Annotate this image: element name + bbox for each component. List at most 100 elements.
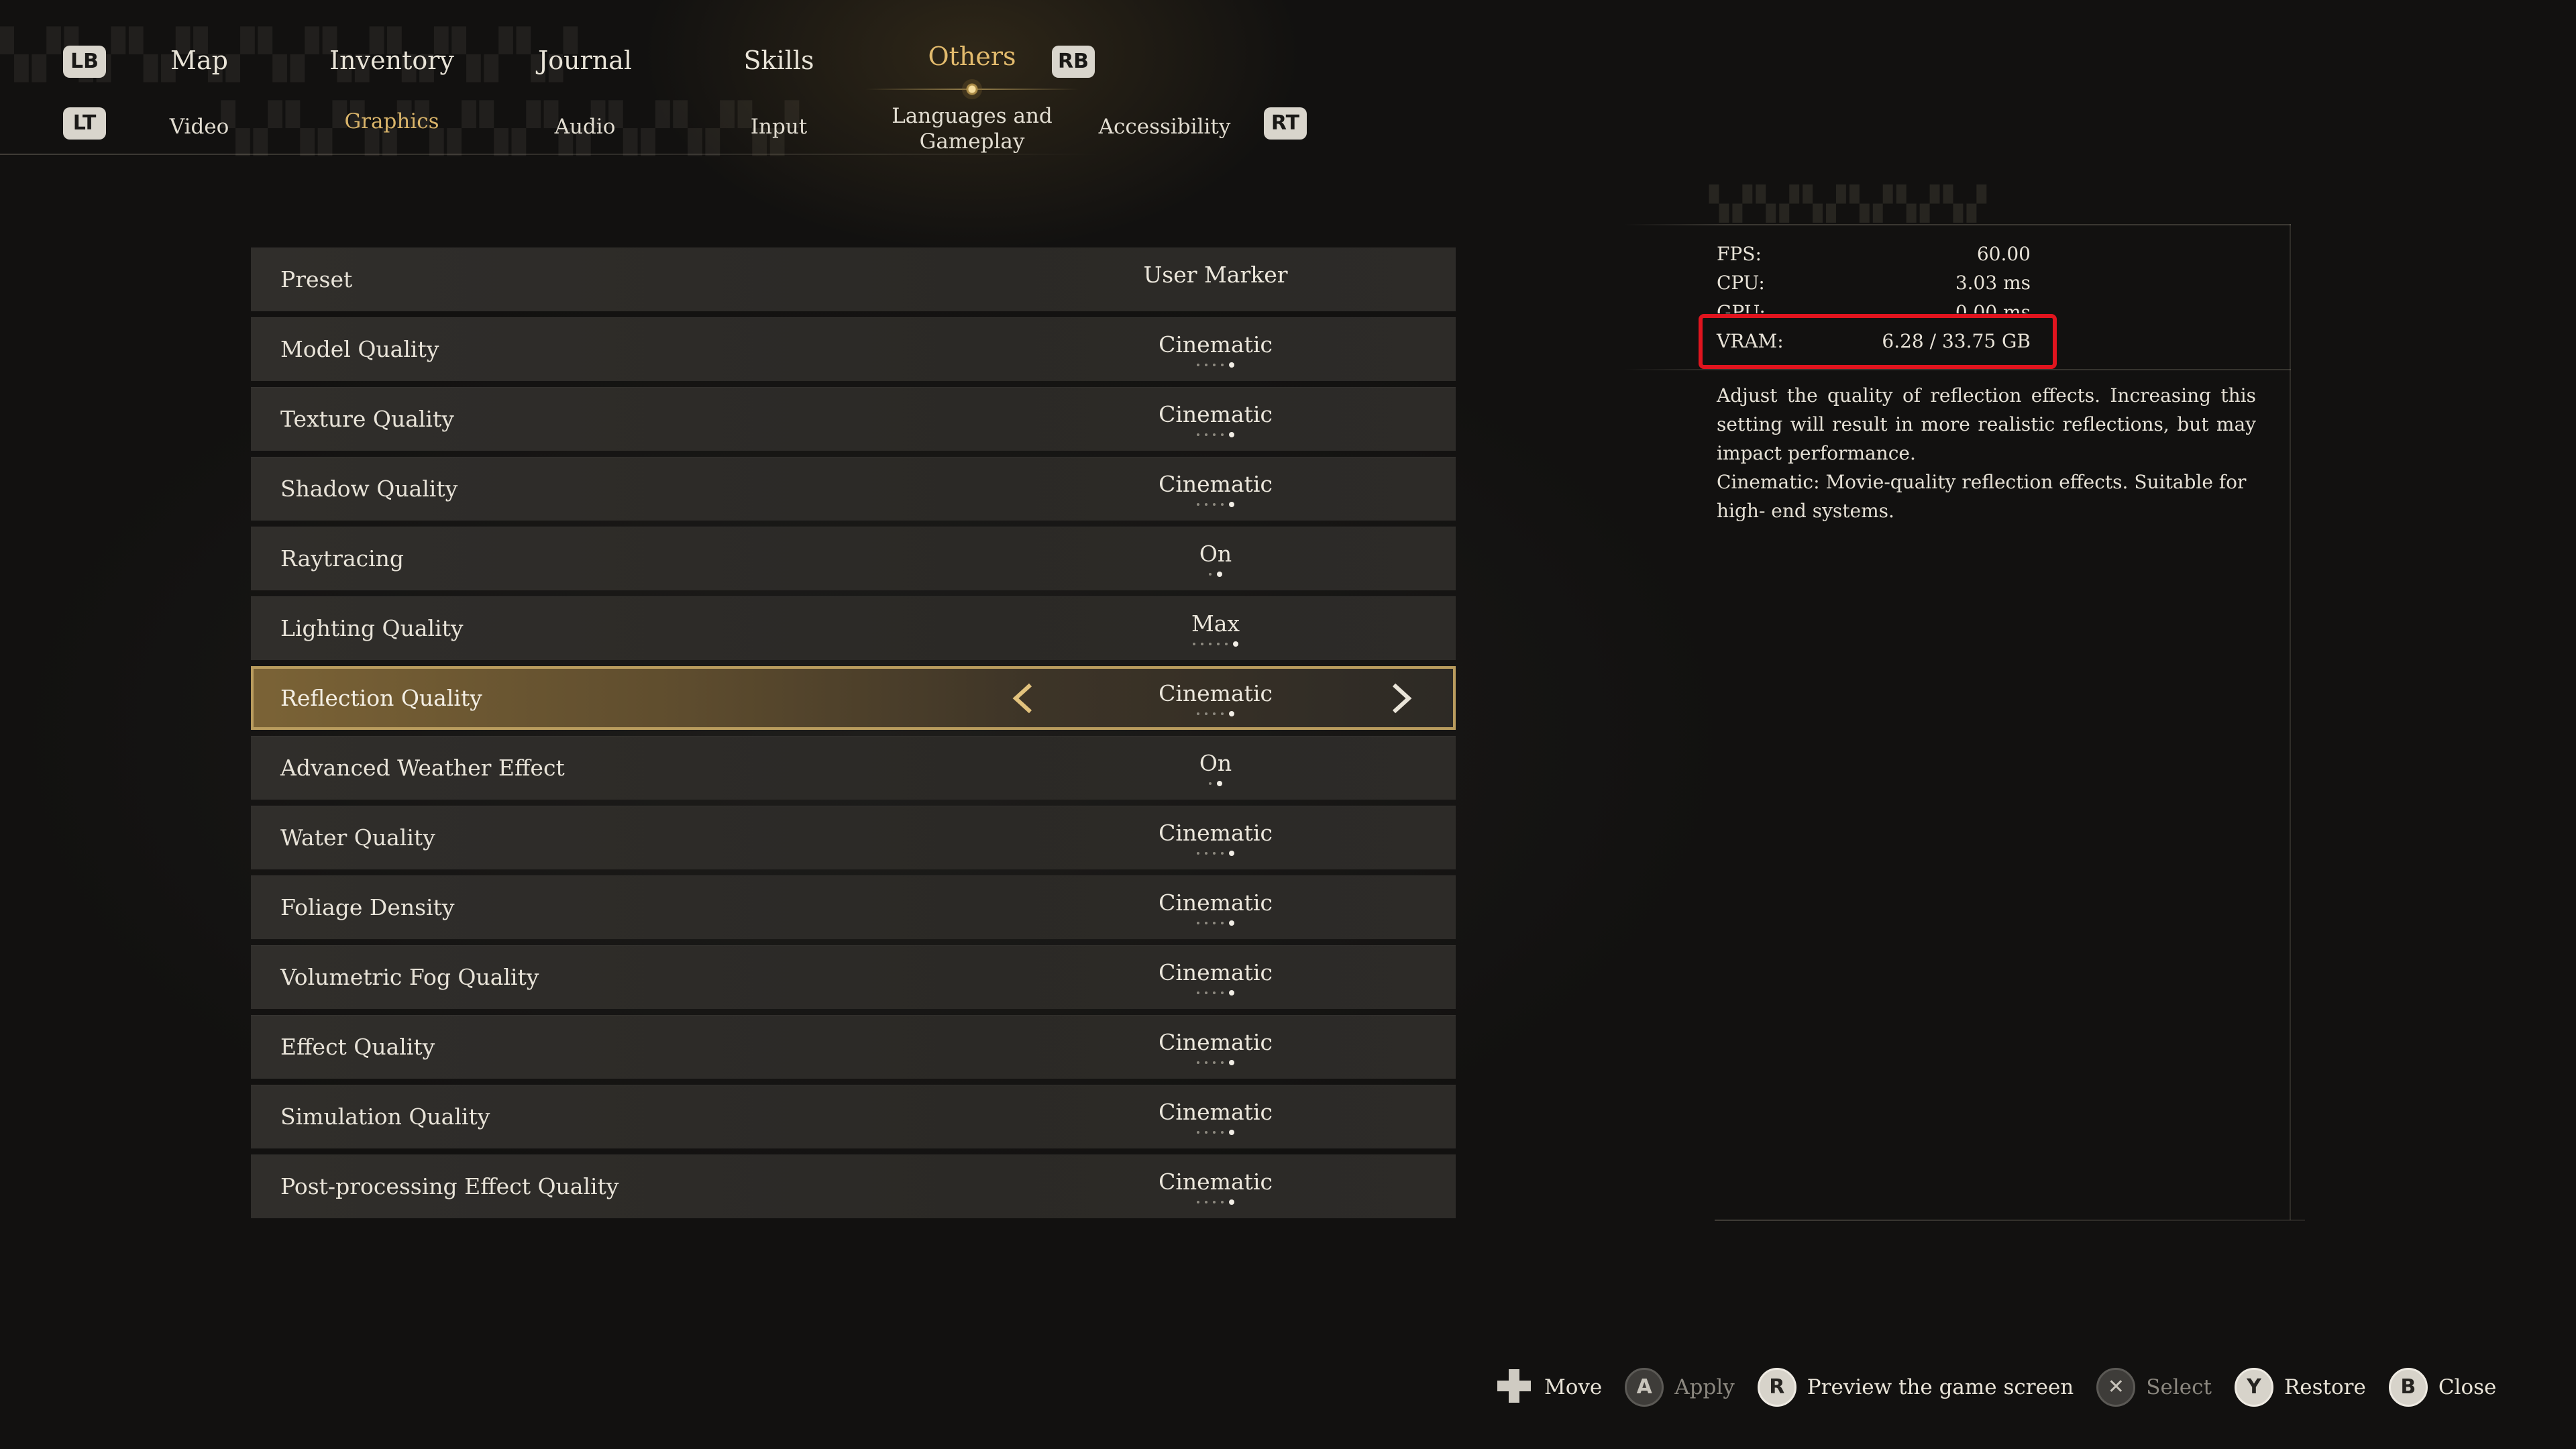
subtab-audio[interactable]: Audio xyxy=(555,114,616,140)
setting-value: Cinematic xyxy=(1159,1099,1273,1125)
setting-label: Advanced Weather Effect xyxy=(280,755,565,781)
level-dot xyxy=(1221,364,1224,366)
setting-label: Raytracing xyxy=(280,545,405,572)
level-indicator xyxy=(1209,781,1222,786)
setting-row-effect-quality[interactable]: Effect Quality Cinematic xyxy=(251,1015,1456,1079)
setting-description: Adjust the quality of reflection effects… xyxy=(1717,381,2256,525)
level-dot xyxy=(1213,852,1216,855)
subtab-accessibility[interactable]: Accessibility xyxy=(1099,114,1231,140)
decorative-pattern: ▚▞▚▞▚▞▚▞▚▞▚▞ xyxy=(1709,185,1990,223)
level-dot xyxy=(1197,1061,1199,1064)
setting-row-foliage-density[interactable]: Foliage Density Cinematic xyxy=(251,875,1456,939)
level-dot xyxy=(1197,712,1199,715)
setting-value: Cinematic xyxy=(1159,680,1273,706)
hint-label: Close xyxy=(2438,1375,2497,1399)
subtab-input[interactable]: Input xyxy=(751,114,807,140)
tab-others[interactable]: Others xyxy=(928,42,1016,71)
panel-border xyxy=(2290,224,2291,1220)
level-indicator xyxy=(1197,362,1234,368)
level-dot xyxy=(1209,573,1212,576)
level-dot xyxy=(1201,643,1203,645)
level-dot xyxy=(1229,990,1234,996)
level-dot xyxy=(1205,852,1208,855)
tab-skills[interactable]: Skills xyxy=(743,46,814,75)
setting-label: Model Quality xyxy=(280,336,439,362)
level-dot xyxy=(1197,852,1199,855)
level-indicator xyxy=(1197,502,1234,507)
level-dot xyxy=(1229,502,1234,507)
level-dot xyxy=(1205,503,1208,506)
level-dot xyxy=(1221,433,1224,436)
level-dot xyxy=(1221,1131,1224,1134)
level-indicator xyxy=(1197,432,1234,437)
level-dot xyxy=(1221,1201,1224,1203)
hint-preview-the-game-screen[interactable]: R Preview the game screen xyxy=(1757,1368,2074,1407)
fps-value: 60.00 xyxy=(1976,243,2031,265)
rt-button-icon[interactable]: RT xyxy=(1264,107,1307,140)
setting-row-reflection-quality[interactable]: Reflection Quality Cinematic xyxy=(251,666,1456,730)
hint-restore[interactable]: Y Restore xyxy=(2234,1368,2366,1407)
level-dot xyxy=(1213,1061,1216,1064)
level-dot xyxy=(1229,362,1234,368)
hint-move[interactable]: Move xyxy=(1495,1366,1602,1408)
setting-value: On xyxy=(1199,541,1232,567)
setting-value: Cinematic xyxy=(1159,331,1273,358)
setting-label: Foliage Density xyxy=(280,894,455,920)
level-dot xyxy=(1209,643,1212,645)
subtab-video[interactable]: Video xyxy=(170,114,229,140)
level-dot xyxy=(1197,991,1199,994)
level-dot xyxy=(1229,1060,1234,1065)
lt-button-icon[interactable]: LT xyxy=(63,107,106,140)
top-tabs: LB Map Inventory Journal Skills Others R… xyxy=(0,0,1342,101)
level-dot xyxy=(1205,1201,1208,1203)
level-dot xyxy=(1229,920,1234,926)
level-indicator xyxy=(1209,572,1222,577)
level-dot xyxy=(1197,922,1199,924)
setting-label: Simulation Quality xyxy=(280,1104,490,1130)
rb-button-icon[interactable]: RB xyxy=(1052,46,1095,78)
level-dot xyxy=(1213,712,1216,715)
setting-row-model-quality[interactable]: Model Quality Cinematic xyxy=(251,317,1456,381)
level-dot xyxy=(1197,433,1199,436)
level-dot xyxy=(1221,852,1224,855)
level-dot xyxy=(1213,1131,1216,1134)
setting-row-texture-quality[interactable]: Texture Quality Cinematic xyxy=(251,387,1456,451)
hint-label: Restore xyxy=(2284,1375,2366,1399)
subtab-languages-and-gameplay[interactable]: Languages and Gameplay xyxy=(892,103,1053,154)
setting-row-shadow-quality[interactable]: Shadow Quality Cinematic xyxy=(251,457,1456,521)
setting-row-water-quality[interactable]: Water Quality Cinematic xyxy=(251,806,1456,869)
setting-label: Effect Quality xyxy=(280,1034,435,1060)
setting-row-lighting-quality[interactable]: Lighting Quality Max xyxy=(251,596,1456,660)
level-dot xyxy=(1213,1201,1216,1203)
hint-close[interactable]: B Close xyxy=(2388,1368,2497,1407)
subtab-graphics[interactable]: Graphics xyxy=(344,109,439,134)
level-dot xyxy=(1229,432,1234,437)
setting-label: Lighting Quality xyxy=(280,615,464,641)
hint-select[interactable]: ✕ Select xyxy=(2096,1368,2212,1407)
chevron-right-icon[interactable] xyxy=(1385,682,1417,714)
level-indicator xyxy=(1197,711,1234,716)
level-dot xyxy=(1197,1131,1199,1134)
level-dot xyxy=(1213,433,1216,436)
y-button-icon: Y xyxy=(2234,1368,2273,1407)
level-dot xyxy=(1225,643,1228,645)
setting-row-volumetric-fog-quality[interactable]: Volumetric Fog Quality Cinematic xyxy=(251,945,1456,1009)
chevron-left-icon[interactable] xyxy=(1008,682,1040,714)
level-dot xyxy=(1221,712,1224,715)
setting-row-preset[interactable]: Preset User Marker xyxy=(251,248,1456,311)
level-dot xyxy=(1213,922,1216,924)
level-dot xyxy=(1205,433,1208,436)
lb-button-icon[interactable]: LB xyxy=(63,46,106,78)
setting-row-post-processing-effect-quality[interactable]: Post-processing Effect Quality Cinematic xyxy=(251,1155,1456,1218)
setting-row-advanced-weather-effect[interactable]: Advanced Weather Effect On xyxy=(251,736,1456,800)
tab-journal[interactable]: Journal xyxy=(538,46,632,75)
settings-screen: { "nav": { "left_bumper": "LB", "right_b… xyxy=(0,0,2576,1449)
setting-value: Cinematic xyxy=(1159,820,1273,846)
dpad-icon xyxy=(1495,1366,1534,1408)
nav-divider xyxy=(0,154,1100,155)
hint-apply[interactable]: A Apply xyxy=(1625,1368,1735,1407)
tab-inventory[interactable]: Inventory xyxy=(329,46,454,75)
setting-row-simulation-quality[interactable]: Simulation Quality Cinematic xyxy=(251,1085,1456,1148)
setting-row-raytracing[interactable]: Raytracing On xyxy=(251,527,1456,590)
tab-map[interactable]: Map xyxy=(170,46,228,75)
